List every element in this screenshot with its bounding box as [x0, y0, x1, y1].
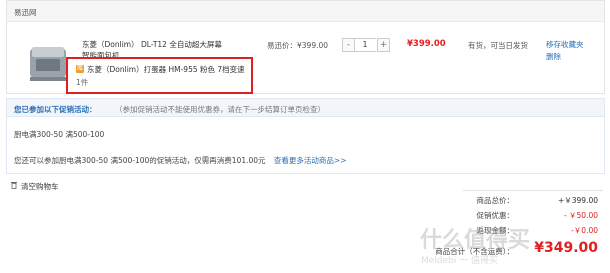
discount-value: - ￥50.00 [563, 211, 598, 220]
clear-cart-button[interactable]: 清空购物车 [21, 181, 59, 192]
stock-status: 有货，可当日发货 [468, 41, 528, 50]
goods-total-value: +￥399.00 [557, 196, 598, 205]
promotion-panel: 您已参加以下促销活动： （参加促销活动不能使用优惠券，请在下一步结算订单页检查）… [6, 98, 605, 174]
store-name[interactable]: 易迅网 [14, 7, 37, 18]
watermark-subtext: Meldebi 一 值得买 [421, 256, 498, 266]
summary-divider [463, 190, 603, 191]
promotion-title: 您已参加以下促销活动： [14, 105, 97, 114]
gift-quantity: 1件 [76, 78, 89, 87]
order-total-value: ¥349.00 [534, 240, 598, 256]
discount-label: 促销优惠： [476, 211, 515, 220]
item-subtotal: ¥399.00 [407, 39, 446, 49]
trash-icon[interactable] [10, 181, 18, 189]
product-image[interactable] [24, 39, 72, 87]
quantity-input[interactable]: 1 [354, 38, 376, 52]
promotion-rule: 厨电满300-50 满500-100 [14, 130, 105, 139]
gift-title[interactable]: 东菱（Donlim）打蛋器 HM-955 粉色 7档变速 [87, 64, 245, 75]
unit-price: 易迅价：¥399.00 [267, 41, 329, 50]
gift-icon: 赠 [76, 65, 84, 73]
gift-item-highlight: 赠 东菱（Donlim）打蛋器 HM-955 粉色 7档变速 1件 [66, 57, 253, 94]
promotion-hint: 您还可以参加厨电满300-50 满500-100的促销活动，仅需再消费101.0… [14, 156, 266, 165]
quantity-plus-button[interactable]: + [377, 38, 390, 52]
promotion-note: （参加促销活动不能使用优惠券，请在下一步结算订单页检查） [115, 105, 325, 114]
watermark-logo: 什么值得买 [420, 228, 531, 253]
more-promotions-link[interactable]: 查看更多活动商品>> [274, 156, 347, 165]
promotion-header: 您已参加以下促销活动： （参加促销活动不能使用优惠券，请在下一步结算订单页检查） [7, 99, 604, 117]
goods-total-label: 商品总价： [476, 196, 515, 205]
move-to-favorites-link[interactable]: 移存收藏夹 [546, 39, 584, 50]
delete-link[interactable]: 删除 [546, 51, 561, 62]
store-header: 易迅网 [7, 1, 604, 22]
promotion-hint-line: 您还可以参加厨电满300-50 满500-100的促销活动，仅需再消费101.0… [14, 155, 347, 166]
cashback-value: -￥0.00 [571, 226, 598, 235]
